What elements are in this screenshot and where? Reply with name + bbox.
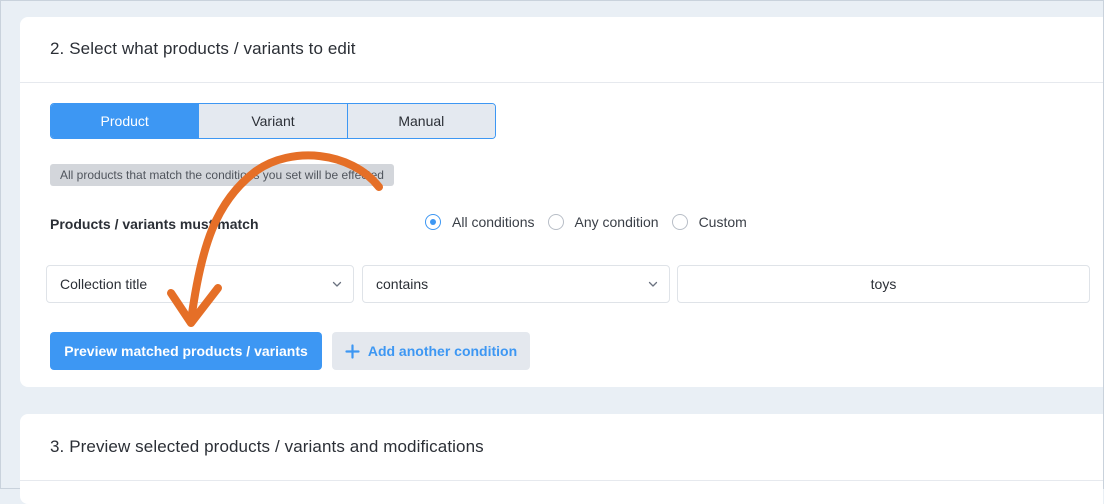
target-type-segmented-control: Product Variant Manual [50,103,496,139]
info-tag: All products that match the conditions y… [50,164,394,186]
radio-unchecked-icon [671,214,688,230]
tab-manual[interactable]: Manual [346,104,495,138]
condition-field-select[interactable]: Collection title [46,265,354,303]
section-title: 2. Select what products / variants to ed… [50,39,356,58]
radio-checked-icon [425,214,441,230]
match-label: Products / variants must match [50,216,259,232]
section-title: 3. Preview selected products / variants … [50,437,484,456]
condition-operator-select[interactable]: contains [362,265,670,303]
section-preview-modifications: 3. Preview selected products / variants … [20,414,1103,504]
divider [20,82,1103,83]
radio-any-condition[interactable]: Any condition [547,214,659,230]
add-condition-button[interactable]: Add another condition [332,332,530,370]
plus-icon [345,343,360,359]
radio-custom[interactable]: Custom [671,214,747,230]
tab-variant[interactable]: Variant [198,104,347,138]
preview-matched-button[interactable]: Preview matched products / variants [50,332,322,370]
chevron-down-icon [648,281,658,287]
chevron-down-icon [332,281,342,287]
section-select-products: 2. Select what products / variants to ed… [20,17,1103,387]
condition-value-input[interactable] [677,265,1090,303]
match-radio-group: All conditions Any condition Custom [425,214,760,230]
tab-product[interactable]: Product [51,104,199,138]
radio-unchecked-icon [547,214,564,230]
radio-label: Any condition [574,214,659,230]
condition-field-value: Collection title [60,276,148,292]
add-condition-label: Add another condition [367,343,518,359]
radio-label: All conditions [452,214,535,230]
radio-label: Custom [698,214,747,230]
radio-all-conditions[interactable]: All conditions [425,214,535,230]
divider [20,480,1103,481]
condition-operator-value: contains [376,276,429,292]
